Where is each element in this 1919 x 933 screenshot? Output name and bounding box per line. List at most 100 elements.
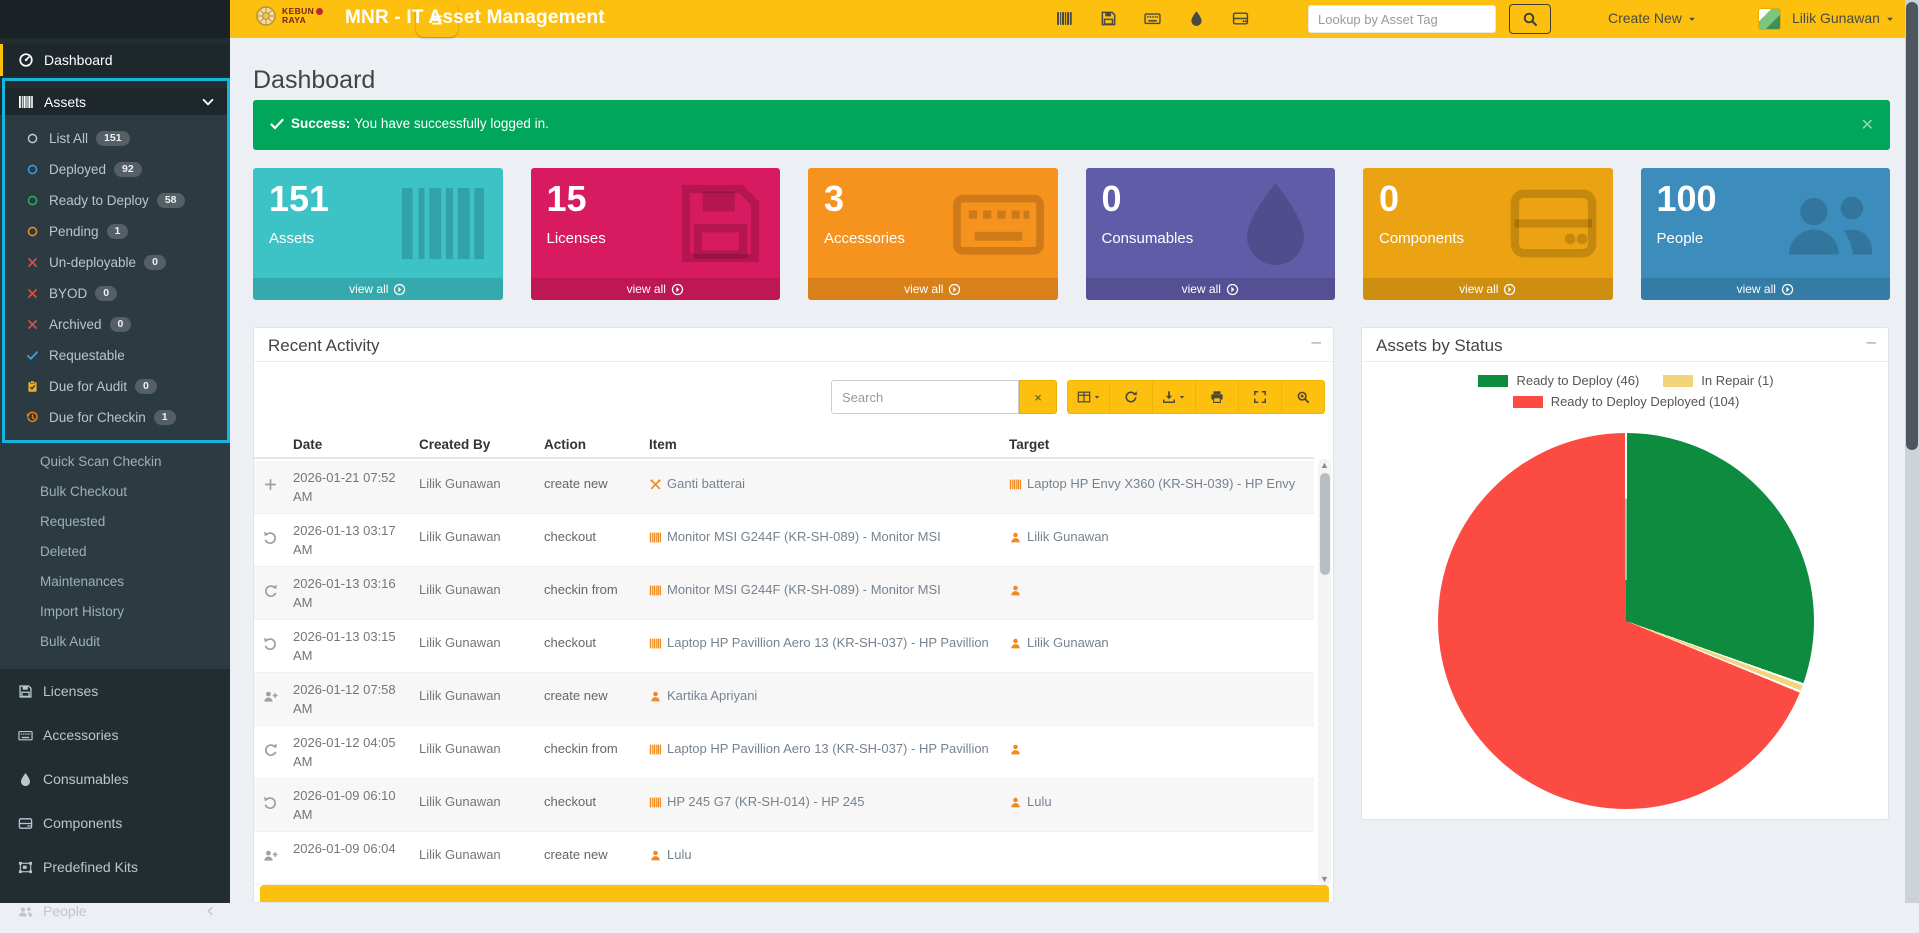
stat-box-licenses[interactable]: 15Licensesview all	[531, 168, 781, 300]
view-all-link[interactable]: view all	[1363, 278, 1613, 300]
sidebar-item-requested[interactable]: Requested	[0, 507, 230, 537]
navbar-barcode-link[interactable]	[1056, 10, 1073, 28]
stat-box-accessories[interactable]: 3Accessoriesview all	[808, 168, 1058, 300]
item-link[interactable]: Laptop HP Pavillion Aero 13 (KR-SH-037) …	[667, 635, 989, 650]
refresh-button[interactable]	[1110, 380, 1153, 414]
sidebar-item-due-for-checkin[interactable]: Due for Checkin1	[0, 402, 230, 433]
sidebar-item-deleted[interactable]: Deleted	[0, 537, 230, 567]
sidebar-item-quick-scan-checkin[interactable]: Quick Scan Checkin	[0, 447, 230, 477]
target-link[interactable]: Lilik Gunawan	[1027, 529, 1109, 544]
sidebar-item-accessories[interactable]: Accessories	[0, 713, 230, 757]
sidebar-item-import-history[interactable]: Import History	[0, 597, 230, 627]
scroll-down-arrow[interactable]: ▼	[1318, 873, 1331, 885]
item-link[interactable]: Kartika Apriyani	[667, 688, 757, 703]
expand-button[interactable]	[1239, 380, 1282, 414]
legend-item[interactable]: Ready to Deploy Deployed (104)	[1513, 394, 1740, 409]
activity-row: 2026-01-12 07:58 AMLilik Gunawancreate n…	[254, 673, 1314, 726]
arrow-circle-icon	[393, 283, 406, 296]
collapse-panel-button[interactable]: –	[1312, 332, 1321, 352]
table-scrollbar[interactable]: ▲ ▼	[1318, 459, 1331, 885]
view-all-link[interactable]: view all	[253, 278, 503, 300]
search-button[interactable]	[1509, 4, 1551, 34]
page-scrollbar-thumb[interactable]	[1906, 2, 1918, 450]
sidebar-item-people[interactable]: People	[0, 889, 230, 933]
user-menu[interactable]: Lilik Gunawan	[1792, 10, 1895, 26]
sidebar-item-deployed[interactable]: Deployed92	[0, 154, 230, 185]
app-logo[interactable]: KEBUNRAYA	[254, 4, 323, 28]
sidebar-item-archived[interactable]: Archived0	[0, 309, 230, 340]
undo-icon	[263, 620, 291, 653]
sidebar-item-assets[interactable]: Assets	[0, 88, 230, 115]
sidebar-item-maintenances[interactable]: Maintenances	[0, 567, 230, 597]
page-scrollbar[interactable]	[1905, 0, 1919, 903]
download-button[interactable]	[1153, 380, 1196, 414]
sidebar-item-dashboard[interactable]: Dashboard	[0, 44, 230, 76]
view-all-button[interactable]: View All	[260, 885, 1329, 903]
scroll-up-arrow[interactable]: ▲	[1318, 459, 1331, 471]
sidebar-item-components[interactable]: Components	[0, 801, 230, 845]
navbar-hdd-link[interactable]	[1232, 10, 1249, 28]
item-link[interactable]: Ganti batterai	[667, 476, 745, 491]
target-link[interactable]: Laptop HP Envy X360 (KR-SH-039) - HP Env…	[1027, 476, 1295, 491]
table-scrollbar-thumb[interactable]	[1320, 473, 1330, 575]
alert-close-button[interactable]: ✕	[1861, 115, 1874, 135]
collapse-panel-button[interactable]: –	[1867, 332, 1876, 352]
sidebar-item-bulk-audit[interactable]: Bulk Audit	[0, 627, 230, 657]
sidebar-item-ready-to-deploy[interactable]: Ready to Deploy58	[0, 185, 230, 216]
cell-action: checkout	[544, 620, 644, 653]
cell-date: 2026-01-13 03:17 AM	[293, 514, 405, 560]
item-link[interactable]: HP 245 G7 (KR-SH-014) - HP 245	[667, 794, 865, 809]
user-icon	[1009, 531, 1022, 544]
zoom-in-button[interactable]	[1282, 380, 1325, 414]
user-plus-icon	[263, 689, 278, 704]
sidebar-item-consumables[interactable]: Consumables	[0, 757, 230, 801]
columns-button[interactable]	[1067, 380, 1110, 414]
create-new-menu[interactable]: Create New	[1608, 10, 1697, 26]
navbar-droplet-link[interactable]	[1188, 10, 1205, 28]
user-avatar[interactable]	[1758, 8, 1781, 30]
activity-row: 2026-01-09 06:04Lilik Gunawancreate newL…	[254, 832, 1314, 885]
print-button[interactable]	[1196, 380, 1239, 414]
sidebar-item-licenses[interactable]: Licenses	[0, 669, 230, 713]
asset-tag-search-input[interactable]	[1308, 5, 1496, 33]
item-link[interactable]: Laptop HP Pavillion Aero 13 (KR-SH-037) …	[667, 741, 989, 756]
legend-item[interactable]: Ready to Deploy (46)	[1478, 373, 1639, 388]
user-plus-icon	[263, 673, 291, 706]
target-link[interactable]: Lulu	[1027, 794, 1052, 809]
chevron-down-icon	[200, 94, 216, 110]
navbar-floppy-link[interactable]	[1100, 10, 1117, 28]
count-badge: 0	[135, 379, 157, 395]
legend-item[interactable]: In Repair (1)	[1663, 373, 1773, 388]
view-all-link[interactable]: view all	[1086, 278, 1336, 300]
clear-search-button[interactable]: ×	[1019, 380, 1057, 414]
count-badge: 0	[110, 317, 132, 333]
stat-box-consumables[interactable]: 0Consumablesview all	[1086, 168, 1336, 300]
item-link[interactable]: Lulu	[667, 847, 692, 862]
target-link[interactable]: Lilik Gunawan	[1027, 635, 1109, 650]
stat-box-assets[interactable]: 151Assetsview all	[253, 168, 503, 300]
sidebar-item-pending[interactable]: Pending1	[0, 216, 230, 247]
stat-box-people[interactable]: 100Peopleview all	[1641, 168, 1891, 300]
droplet-icon	[1228, 176, 1323, 276]
panel-title: Recent Activity	[268, 336, 380, 356]
redo-icon	[263, 583, 278, 598]
sidebar-item-due-for-audit[interactable]: Due for Audit0	[0, 371, 230, 402]
sidebar-item-bulk-checkout[interactable]: Bulk Checkout	[0, 477, 230, 507]
floppy-icon	[18, 684, 33, 699]
sidebar-item-requestable[interactable]: Requestable	[0, 340, 230, 371]
sidebar-item-predefined-kits[interactable]: Predefined Kits	[0, 845, 230, 889]
cell-target: Lilik Gunawan	[1009, 514, 1309, 547]
stat-box-components[interactable]: 0Componentsview all	[1363, 168, 1613, 300]
view-all-link[interactable]: view all	[531, 278, 781, 300]
item-link[interactable]: Monitor MSI G244F (KR-SH-089) - Monitor …	[667, 529, 941, 544]
view-all-link[interactable]: view all	[1641, 278, 1891, 300]
legend-swatch	[1478, 375, 1508, 387]
navbar-keyboard-link[interactable]	[1144, 10, 1161, 28]
clipboard-icon	[26, 380, 39, 393]
activity-search-input[interactable]	[831, 380, 1019, 414]
sidebar-item-byod[interactable]: BYOD0	[0, 278, 230, 309]
sidebar-item-un-deployable[interactable]: Un-deployable0	[0, 247, 230, 278]
sidebar-item-list-all[interactable]: List All151	[0, 123, 230, 154]
item-link[interactable]: Monitor MSI G244F (KR-SH-089) - Monitor …	[667, 582, 941, 597]
view-all-link[interactable]: view all	[808, 278, 1058, 300]
